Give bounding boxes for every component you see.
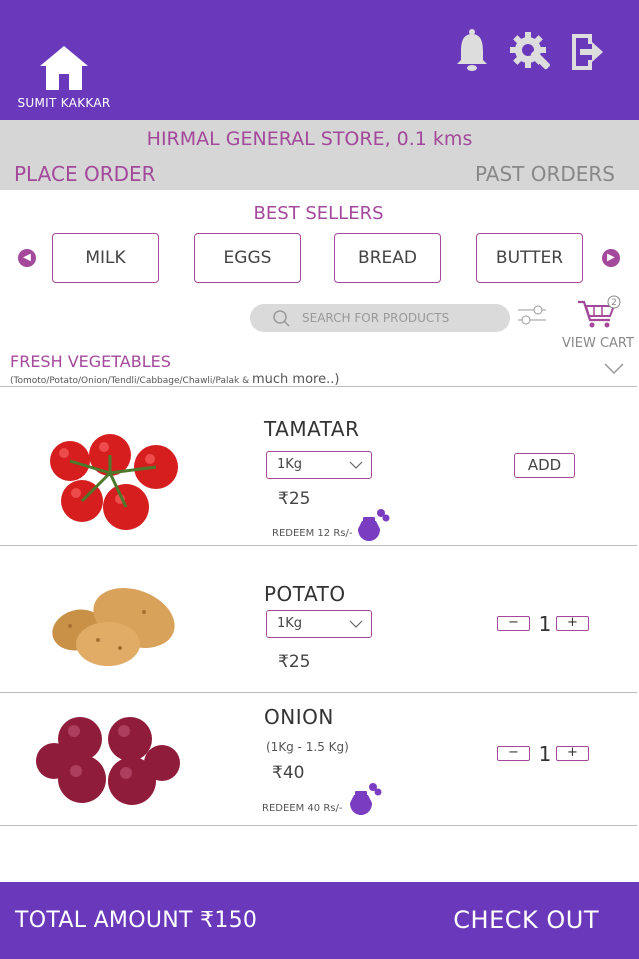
quantity-stepper: − 1 + — [497, 742, 592, 766]
coin-bag-icon — [358, 509, 390, 541]
cart-count: 2 — [611, 298, 617, 308]
unit-select-value: 1Kg — [277, 457, 303, 472]
logout-icon[interactable] — [568, 32, 604, 72]
chevron-down-icon[interactable] — [604, 363, 624, 375]
best-seller-eggs[interactable]: EGGS — [194, 233, 301, 283]
checkout-bar: TOTAL AMOUNT ₹150 CHECK OUT — [0, 882, 639, 959]
carousel-prev-icon[interactable]: ◀ — [18, 249, 36, 267]
store-bar: HIRMAL GENERAL STORE, 0.1 kms PLACE ORDE… — [0, 120, 639, 190]
best-seller-butter[interactable]: BUTTER — [476, 233, 583, 283]
potato-image — [52, 588, 175, 666]
product-price: ₹25 — [278, 489, 311, 509]
bell-icon[interactable] — [455, 28, 489, 72]
best-seller-milk[interactable]: MILK — [52, 233, 159, 283]
app-header: SUMIT KAKKAR — [0, 0, 639, 120]
quantity-stepper: − 1 + — [497, 612, 592, 636]
home-button[interactable]: SUMIT KAKKAR — [14, 44, 114, 110]
unit-select[interactable]: 1Kg — [266, 610, 372, 638]
redeem-text: REDEEM 12 Rs/- — [272, 528, 353, 539]
view-cart-button[interactable]: 2 VIEW CART — [560, 294, 636, 351]
increment-button[interactable]: + — [556, 746, 589, 761]
product-card-potato: POTATO 1Kg ₹25 − 1 + — [0, 546, 637, 692]
product-name: POTATO — [264, 582, 346, 606]
onion-image — [36, 717, 180, 805]
product-price: ₹25 — [278, 652, 311, 672]
home-icon — [40, 46, 88, 90]
decrement-button[interactable]: − — [497, 616, 530, 631]
total-amount: TOTAL AMOUNT ₹150 — [15, 908, 258, 933]
add-button[interactable]: ADD — [514, 453, 575, 478]
increment-button[interactable]: + — [556, 616, 589, 631]
carousel-next-icon[interactable]: ▶ — [602, 249, 620, 267]
unit-select-value: 1Kg — [277, 616, 303, 631]
divider — [0, 825, 637, 826]
weight-range: (1Kg - 1.5 Kg) — [266, 740, 349, 754]
store-name: HIRMAL GENERAL STORE, 0.1 kms — [146, 128, 473, 150]
settings-wrench-icon[interactable] — [508, 30, 552, 74]
category-more: much more..) — [251, 372, 340, 387]
decrement-button[interactable]: − — [497, 746, 530, 761]
cart-icon: 2 — [578, 295, 621, 328]
checkout-button[interactable]: CHECK OUT — [453, 906, 599, 934]
best-sellers-title: BEST SELLERS — [253, 203, 384, 224]
category-subtitle: (Tomoto/Potato/Onion/Tendli/Cabbage/Chaw… — [10, 372, 339, 387]
product-price: ₹40 — [272, 763, 305, 783]
category-title[interactable]: FRESH VEGETABLES — [10, 352, 171, 371]
product-name: TAMATAR — [264, 417, 360, 441]
redeem-text: REDEEM 40 Rs/- — [262, 803, 343, 814]
category-subtitle-text: (Tomoto/Potato/Onion/Tendli/Cabbage/Chaw… — [10, 376, 250, 386]
view-cart-label: VIEW CART — [562, 336, 634, 351]
tomato-image — [50, 434, 178, 530]
product-card-onion: ONION (1Kg - 1.5 Kg) ₹40 REDEEM 40 Rs/- … — [0, 693, 637, 825]
chevron-down-icon — [349, 620, 363, 628]
tab-past-orders[interactable]: PAST ORDERS — [475, 162, 615, 186]
best-seller-bread[interactable]: BREAD — [334, 233, 441, 283]
quantity-value: 1 — [538, 742, 552, 766]
product-name: ONION — [264, 705, 334, 729]
user-name: SUMIT KAKKAR — [17, 96, 111, 110]
search-icon — [273, 310, 290, 327]
quantity-value: 1 — [538, 612, 552, 636]
filter-icon[interactable] — [516, 302, 548, 328]
search-bar[interactable] — [250, 304, 510, 332]
unit-select[interactable]: 1Kg — [266, 451, 372, 479]
coin-bag-icon — [350, 783, 382, 815]
tab-place-order[interactable]: PLACE ORDER — [14, 162, 156, 186]
product-card-tamatar: TAMATAR 1Kg ₹25 REDEEM 12 Rs/- ADD — [0, 387, 637, 545]
search-input[interactable] — [302, 304, 502, 332]
chevron-down-icon — [349, 461, 363, 469]
